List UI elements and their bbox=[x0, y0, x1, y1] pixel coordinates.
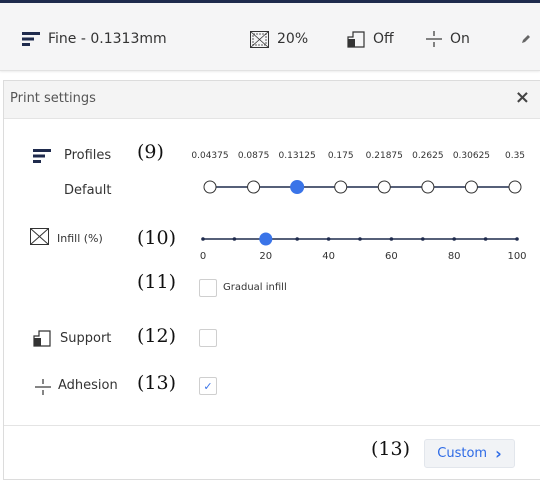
infill-tick-label: 80 bbox=[447, 251, 461, 262]
gradual-infill-label: Gradual infill bbox=[223, 282, 287, 293]
adhesion-checkbox[interactable]: ✓ bbox=[199, 377, 217, 395]
support-summary-label: Off bbox=[373, 31, 394, 47]
support-marker: (12) bbox=[137, 325, 177, 347]
infill-step-dot bbox=[421, 237, 425, 241]
footer-divider bbox=[4, 425, 540, 426]
infill-tick-label: 60 bbox=[385, 251, 398, 262]
chevron-right-icon: › bbox=[495, 444, 502, 463]
gradual-infill-checkbox[interactable] bbox=[199, 279, 217, 297]
adhesion-icon bbox=[35, 379, 51, 395]
adhesion-icon bbox=[426, 31, 442, 47]
print-settings-panel: Print settings × Profiles Default (9) 0.… bbox=[3, 80, 540, 480]
support-icon bbox=[347, 31, 365, 48]
infill-tick-label: 0 bbox=[199, 251, 207, 262]
pencil-icon bbox=[522, 35, 530, 43]
infill-step-dot bbox=[201, 237, 205, 241]
infill-summary[interactable]: 20% bbox=[250, 29, 308, 49]
adhesion-summary-label: On bbox=[450, 31, 470, 47]
infill-step-dot bbox=[515, 237, 519, 241]
custom-button[interactable]: Custom › bbox=[424, 439, 515, 468]
footer-marker: (13) bbox=[371, 438, 411, 460]
infill-slider-handle[interactable] bbox=[259, 232, 273, 246]
edit-button[interactable] bbox=[521, 29, 531, 49]
infill-cross-icon bbox=[250, 30, 269, 48]
infill-summary-label: 20% bbox=[277, 31, 309, 47]
infill-step-dot bbox=[326, 237, 331, 241]
adhesion-marker: (13) bbox=[137, 372, 177, 394]
infill-step-dot bbox=[483, 237, 488, 241]
custom-button-label: Custom bbox=[437, 446, 488, 461]
support-label: Support bbox=[60, 331, 112, 346]
gradual-marker: (11) bbox=[137, 271, 177, 293]
infill-slider[interactable] bbox=[4, 81, 540, 481]
infill-tick-label: 40 bbox=[322, 251, 335, 262]
infill-step-dot bbox=[358, 237, 362, 241]
profile-summary-label: Fine - 0.1313mm bbox=[48, 31, 167, 47]
support-summary[interactable]: Off bbox=[347, 29, 394, 49]
infill-step-dot bbox=[295, 237, 300, 241]
layer-lines-icon bbox=[22, 32, 40, 46]
infill-step-dot bbox=[389, 237, 394, 241]
adhesion-summary[interactable]: On bbox=[426, 29, 470, 49]
infill-tick-label: 20 bbox=[259, 251, 273, 262]
support-icon bbox=[33, 330, 51, 347]
profile-summary[interactable]: Fine - 0.1313mm bbox=[22, 29, 167, 49]
infill-step-dot bbox=[452, 237, 457, 241]
infill-step-dot bbox=[232, 237, 237, 241]
adhesion-label: Adhesion bbox=[58, 378, 118, 393]
support-checkbox[interactable] bbox=[199, 329, 217, 347]
infill-tick-label: 100 bbox=[507, 251, 527, 262]
print-setup-bar[interactable]: Fine - 0.1313mm 20% Off On bbox=[0, 0, 540, 71]
